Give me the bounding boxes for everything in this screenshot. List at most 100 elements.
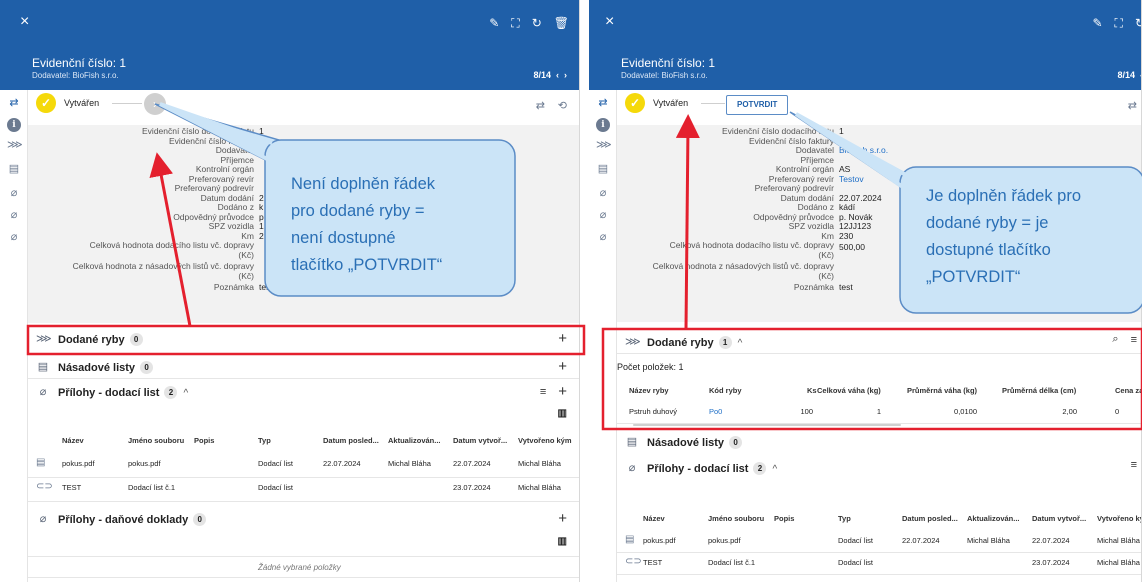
table-cell: Michal Bláha	[518, 459, 561, 468]
column-header[interactable]: Ks	[807, 386, 817, 395]
workflow-icon[interactable]: ⇄	[7, 96, 21, 110]
field-value[interactable]: Bi	[259, 146, 267, 155]
field-value: 2	[259, 230, 264, 241]
info-icon[interactable]: i	[7, 118, 21, 132]
potvrdit-button[interactable]: POTVRDIT	[726, 95, 789, 115]
section-prilohy-dodaci[interactable]: ⌀ Přílohy - dodací list 2 ^ ≡ +	[28, 380, 579, 404]
field-label: Celková hodnota dodacího listu vč. dopra…	[89, 240, 254, 250]
add-icon[interactable]: +	[558, 358, 567, 375]
horizontal-scrollbar[interactable]	[633, 424, 901, 426]
stocking-list-icon[interactable]: ▤	[7, 162, 21, 176]
add-icon[interactable]: +	[558, 330, 567, 347]
attachment-icon[interactable]: ⌀	[596, 230, 610, 244]
column-header[interactable]: Vytvořeno kým	[518, 436, 572, 445]
workflow-settings-icon[interactable]: ⇄	[1128, 99, 1137, 112]
column-header[interactable]: Kód ryby	[709, 386, 742, 395]
table-row[interactable]: ▤ pokus.pdf pokus.pdf Dodací list 22.07.2024…	[28, 454, 579, 478]
field-label: Dodáno z	[797, 202, 834, 212]
column-header[interactable]: Průměrná délka (cm)	[1002, 386, 1076, 395]
attachment-icon[interactable]: ⌀	[596, 208, 610, 222]
workflow-icon[interactable]: ⇄	[596, 96, 610, 110]
list-view-icon[interactable]: ≡	[540, 386, 546, 398]
fullscreen-icon[interactable]: ⛶	[1115, 16, 1123, 31]
column-header[interactable]: Vytvořeno ky	[1097, 514, 1141, 523]
column-header[interactable]: Popis	[194, 436, 214, 445]
attachment-icon[interactable]: ⌀	[7, 208, 21, 222]
column-header[interactable]: Popis	[774, 514, 794, 523]
field-value: kádí	[839, 202, 856, 212]
collapse-caret-icon[interactable]: ^	[772, 464, 777, 475]
column-header[interactable]: Aktualizován...	[388, 436, 441, 445]
column-header[interactable]: Celková váha (kg)	[817, 386, 881, 395]
close-icon[interactable]: ×	[605, 14, 614, 30]
column-settings-icon[interactable]: ▥	[558, 408, 567, 419]
fullscreen-icon[interactable]: ⛶	[511, 16, 519, 31]
section-prilohy-danove[interactable]: ⌀ Přílohy - daňové doklady 0 +	[28, 507, 579, 531]
column-header[interactable]: Název	[643, 514, 665, 523]
attachment-icon: ⌀	[39, 386, 47, 398]
close-icon[interactable]: ×	[20, 14, 29, 30]
count-badge: 0	[129, 333, 143, 346]
column-header[interactable]: Typ	[258, 436, 271, 445]
edit-pencil-icon[interactable]: ✎	[489, 16, 499, 31]
attachment-icon[interactable]: ⌀	[596, 186, 610, 200]
add-icon[interactable]: +	[558, 510, 567, 527]
items-count: Počet položek: 1	[617, 362, 684, 372]
history-icon[interactable]: ⟲	[558, 99, 567, 112]
table-row[interactable]: ⊂⊃ TEST Dodací list č.1 Dodací list 23.07.20…	[617, 553, 1141, 575]
section-dodane-ryby[interactable]: ⋙ Dodané ryby 0 +	[28, 327, 579, 355]
column-settings-icon[interactable]: ▥	[558, 536, 567, 547]
column-header[interactable]: Název	[62, 436, 84, 445]
table-cell: pokus.pdf	[62, 459, 95, 468]
column-header[interactable]: Typ	[838, 514, 851, 523]
column-header[interactable]: Název ryby	[629, 386, 669, 395]
info-icon[interactable]: i	[596, 118, 610, 132]
list-view-icon[interactable]: ≡	[1131, 459, 1137, 471]
field-value[interactable]: BioFish s.r.o.	[839, 146, 888, 155]
table-row[interactable]: ⊂⊃ TEST Dodací list č.1 Dodací list 23.07.20…	[28, 478, 579, 502]
table-row[interactable]: Pstruh duhový Po0 100 1 0,0100 2,00 0	[617, 402, 1141, 424]
search-icon[interactable]: ⌕	[1112, 333, 1118, 346]
column-header[interactable]: Jméno souboru	[128, 436, 184, 445]
column-header[interactable]: Datum vytvoř...	[453, 436, 507, 445]
add-icon[interactable]: +	[558, 383, 567, 400]
section-dodane-ryby[interactable]: ⋙ Dodané ryby 1 ^ ⌕ ≡	[617, 330, 1141, 354]
list-view-icon[interactable]: ≡	[1131, 334, 1137, 346]
prev-record-icon[interactable]: ‹	[556, 70, 559, 80]
edit-pencil-icon[interactable]: ✎	[1092, 16, 1102, 31]
table-cell: Pstruh duhový	[629, 407, 677, 416]
table-cell[interactable]: Po0	[709, 407, 722, 416]
refresh-icon[interactable]: ↻	[532, 16, 542, 31]
attachment-icon[interactable]: ⌀	[7, 186, 21, 200]
next-record-icon[interactable]: ›	[564, 70, 567, 80]
field-label: SPZ vozidla	[788, 221, 834, 231]
column-header[interactable]: Cena za jednot	[1115, 386, 1141, 395]
fish-icon[interactable]: ⋙	[596, 138, 612, 152]
section-prilohy-dodaci[interactable]: ⌀ Přílohy - dodací list 2 ^ ≡	[617, 456, 1141, 480]
refresh-icon[interactable]: ↻	[1135, 16, 1141, 31]
table-row[interactable]: ▤ pokus.pdf pokus.pdf Dodací list 22.07.2024…	[617, 531, 1141, 553]
fish-icon[interactable]: ⋙	[7, 138, 23, 152]
section-nasadove-listy[interactable]: ▤ Násadové listy 0	[617, 430, 1141, 454]
column-header[interactable]: Datum posled...	[902, 514, 958, 523]
record-pager[interactable]: 8/14 ‹	[1117, 70, 1141, 80]
column-header[interactable]: Jméno souboru	[708, 514, 764, 523]
delete-trash-icon[interactable]: 🗑	[554, 16, 569, 31]
section-nasadove-listy[interactable]: ▤ Násadové listy 0 +	[28, 355, 579, 379]
column-header[interactable]: Datum posled...	[323, 436, 379, 445]
collapse-caret-icon[interactable]: ^	[738, 338, 743, 349]
collapse-caret-icon[interactable]: ^	[183, 388, 188, 399]
column-header[interactable]: Datum vytvoř...	[1032, 514, 1086, 523]
stocking-list-icon[interactable]: ▤	[596, 162, 610, 176]
attachments-table-header: Název Jméno souboru Popis Typ Datum posled..…	[617, 514, 1141, 528]
attachment-icon[interactable]: ⌀	[7, 230, 21, 244]
record-pager[interactable]: 8/14 ‹ ›	[533, 70, 567, 80]
column-header[interactable]: Aktualizován...	[967, 514, 1020, 523]
attachments-table-header: Název Jméno souboru Popis Typ Datum posled..…	[28, 436, 579, 450]
callout-text-right: Je doplněn řádek pro dodané ryby = je do…	[926, 183, 1081, 291]
table-cell: pokus.pdf	[128, 459, 161, 468]
table-cell: Michal Bláha	[518, 483, 561, 492]
column-header[interactable]: Průměrná váha (kg)	[907, 386, 977, 395]
callout-line: „POTVRDIT“	[926, 268, 1021, 286]
workflow-settings-icon[interactable]: ⇄	[536, 99, 545, 112]
